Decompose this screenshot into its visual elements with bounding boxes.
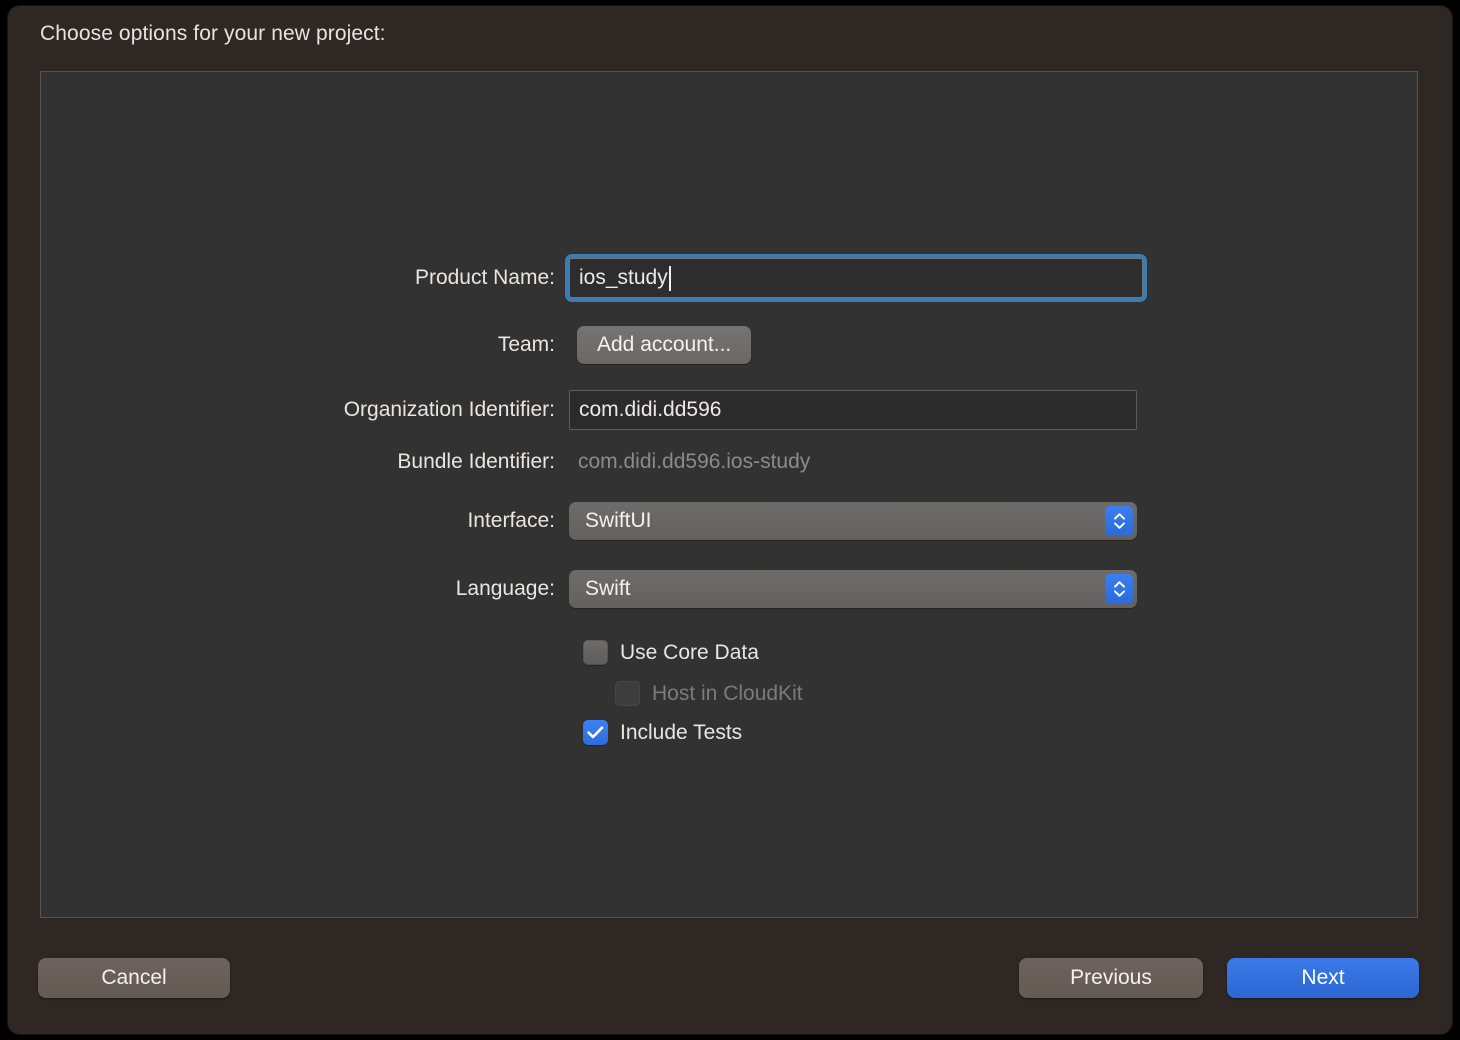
chevron-up-down-icon[interactable] — [1105, 506, 1133, 536]
chevron-up-down-icon[interactable] — [1105, 574, 1133, 604]
product-name-value: ios_study — [579, 266, 668, 289]
checkmark-icon — [587, 726, 604, 739]
use-core-data-checkbox-row[interactable]: Use Core Data — [583, 640, 759, 665]
host-in-cloudkit-label: Host in CloudKit — [652, 681, 803, 705]
bundle-identifier-row: Bundle Identifier: com.didi.dd596.ios-st… — [41, 450, 810, 474]
language-row: Language: Swift — [41, 570, 1137, 608]
bundle-identifier-label: Bundle Identifier: — [397, 450, 555, 473]
bundle-identifier-value: com.didi.dd596.ios-study — [578, 450, 811, 473]
use-core-data-checkbox[interactable] — [583, 640, 608, 665]
organization-identifier-label: Organization Identifier: — [343, 398, 555, 421]
interface-select[interactable]: SwiftUI — [569, 502, 1137, 540]
dialog-title: Choose options for your new project: — [40, 22, 386, 45]
organization-identifier-row: Organization Identifier: com.didi.dd596 — [41, 390, 1137, 430]
organization-identifier-value: com.didi.dd596 — [579, 398, 722, 421]
options-panel: Product Name: ios_study Team: Add accoun… — [40, 71, 1418, 918]
organization-identifier-input[interactable]: com.didi.dd596 — [569, 390, 1137, 430]
include-tests-checkbox-row[interactable]: Include Tests — [583, 720, 742, 745]
product-name-row: Product Name: ios_study — [41, 258, 1143, 298]
team-label: Team: — [497, 333, 555, 356]
text-cursor — [668, 265, 671, 291]
interface-value: SwiftUI — [585, 509, 652, 532]
team-row: Team: Add account... — [41, 326, 752, 364]
chevron-up-icon — [1113, 581, 1125, 588]
interface-row: Interface: SwiftUI — [41, 502, 1137, 540]
previous-button[interactable]: Previous — [1019, 958, 1203, 998]
product-name-label: Product Name: — [414, 266, 555, 289]
next-button[interactable]: Next — [1227, 958, 1419, 998]
add-account-button[interactable]: Add account... — [577, 326, 752, 364]
include-tests-checkbox[interactable] — [583, 720, 608, 745]
chevron-down-icon — [1113, 590, 1125, 597]
interface-label: Interface: — [467, 509, 555, 532]
cancel-button[interactable]: Cancel — [38, 958, 230, 998]
language-value: Swift — [585, 577, 631, 600]
language-select[interactable]: Swift — [569, 570, 1137, 608]
new-project-dialog-window: Choose options for your new project: Pro… — [8, 6, 1452, 1034]
language-label: Language: — [455, 577, 555, 600]
host-in-cloudkit-checkbox — [615, 681, 640, 706]
use-core-data-label: Use Core Data — [620, 640, 759, 664]
include-tests-label: Include Tests — [620, 720, 743, 744]
chevron-up-icon — [1113, 513, 1125, 520]
host-in-cloudkit-checkbox-row: Host in CloudKit — [615, 681, 803, 706]
chevron-down-icon — [1113, 522, 1125, 529]
product-name-input[interactable]: ios_study — [569, 258, 1143, 298]
